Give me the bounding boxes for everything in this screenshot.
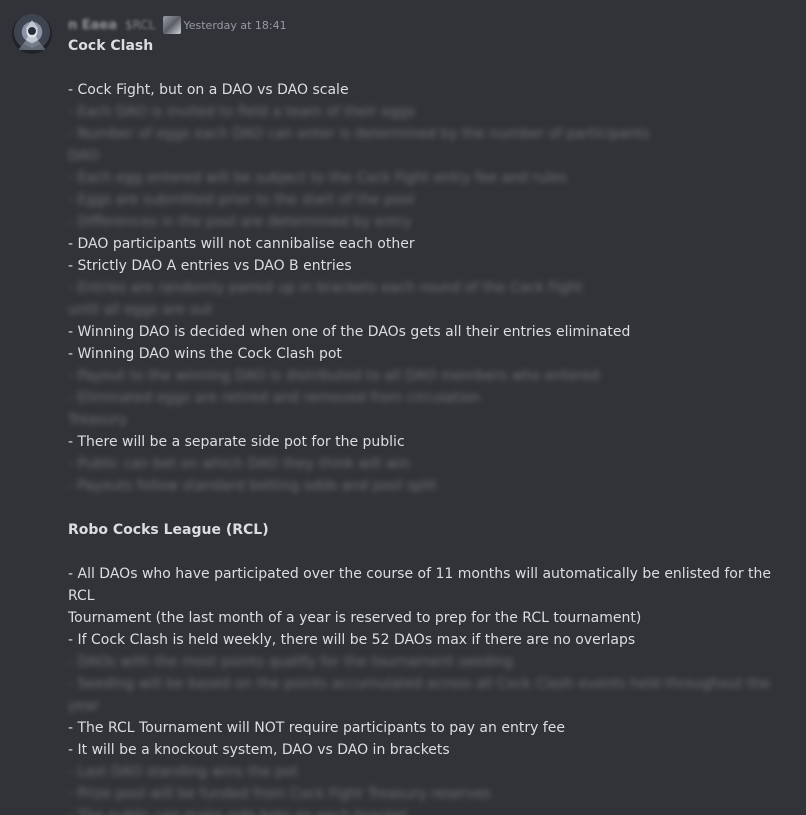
message-line: - Differences in the pool are determined… xyxy=(68,214,412,230)
message-line: year xyxy=(68,698,100,714)
message-line: - All DAOs who have participated over th… xyxy=(68,566,776,604)
message-line: - Prize pool will be funded from Cock Fi… xyxy=(68,786,492,802)
message-line: - Last DAO standing wins the pot xyxy=(68,764,298,780)
avatar-icon xyxy=(18,20,46,50)
message-line: - Public can bet on which DAO they think… xyxy=(68,456,411,472)
message-line: - The RCL Tournament will NOT require pa… xyxy=(68,720,565,736)
section-heading: Robo Cocks League (RCL) xyxy=(68,522,269,538)
user-tag: $RCL xyxy=(125,18,156,32)
message-line: - Strictly DAO A entries vs DAO B entrie… xyxy=(68,258,352,274)
avatar[interactable] xyxy=(12,14,52,54)
message-line: until all eggs are out xyxy=(68,302,213,318)
message-line: Tournament (the last month of a year is … xyxy=(68,610,642,626)
message-line: - Seeding will be based on the points ac… xyxy=(68,676,771,692)
message-line: - There will be a separate side pot for … xyxy=(68,434,405,450)
timestamp[interactable]: Yesterday at 18:41 xyxy=(183,19,286,32)
message-line: - Eliminated eggs are retired and remove… xyxy=(68,390,480,406)
message-line: - Each DAO is invited to field a team of… xyxy=(68,104,415,120)
message-line: - DAOs with the most points qualify for … xyxy=(68,654,514,670)
section-heading: Cock Clash xyxy=(68,38,154,54)
username[interactable]: n Eaea xyxy=(68,18,117,33)
message-line: - DAO participants will not cannibalise … xyxy=(68,236,415,252)
message-line: - Number of eggs each DAO can enter is d… xyxy=(68,126,650,142)
message-line: - Winning DAO wins the Cock Clash pot xyxy=(68,346,342,362)
role-badge-icon xyxy=(163,16,182,34)
message-header: n Eaea $RCL Yesterday at 18:41 xyxy=(68,14,287,36)
message-line: - Payout to the winning DAO is distribut… xyxy=(68,368,600,384)
message-line: - Cock Fight, but on a DAO vs DAO scale xyxy=(68,82,349,98)
message-line: Treasury xyxy=(68,412,128,428)
message-line: - Entries are randomly paired up in brac… xyxy=(68,280,583,296)
message-line: - If Cock Clash is held weekly, there wi… xyxy=(68,632,636,648)
message-line: - Winning DAO is decided when one of the… xyxy=(68,324,631,340)
message-line: - Each egg entered will be subject to th… xyxy=(68,170,567,186)
message-content: Cock Clash - Cock Fight, but on a DAO vs … xyxy=(68,35,798,815)
message-line: - It will be a knockout system, DAO vs D… xyxy=(68,742,450,758)
chat-message: n Eaea $RCL Yesterday at 18:41 Cock Clas… xyxy=(0,0,806,815)
message-line: - Eggs are submitted prior to the start … xyxy=(68,192,415,208)
message-line: DAO xyxy=(68,148,99,164)
message-line: - The public can make side bets on each … xyxy=(68,805,798,815)
message-line: - Payouts follow standard betting odds a… xyxy=(68,478,437,494)
